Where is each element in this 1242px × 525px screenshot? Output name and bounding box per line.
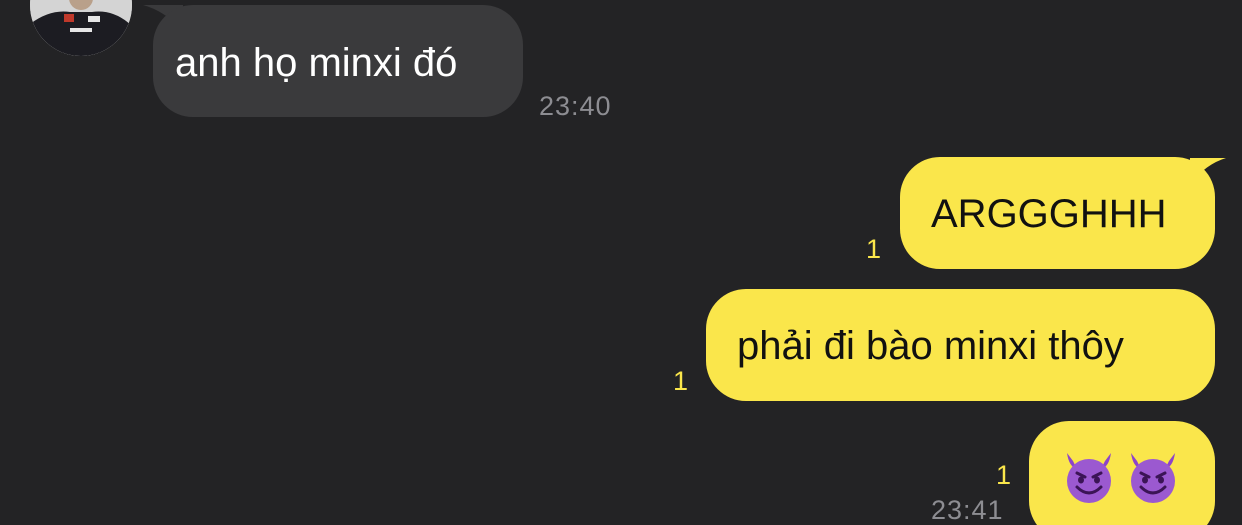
smiling-devil-emoji: [1067, 453, 1111, 503]
message-text: phải đi bào minxi thôy: [737, 324, 1124, 368]
message-timestamp: 23:40: [539, 91, 612, 121]
incoming-message-bubble[interactable]: anh họ minxi đó: [153, 5, 523, 117]
smiling-devil-emoji: [1131, 453, 1175, 503]
unread-count: 1: [866, 234, 882, 264]
profile-photo-icon: [30, 0, 132, 56]
outgoing-message-bubble[interactable]: phải đi bào minxi thôy: [706, 289, 1215, 401]
outgoing-emoji-bubble[interactable]: [1029, 421, 1215, 525]
chat-conversation: anh họ minxi đó 23:40 ARGGGHHH 1 phải đi…: [0, 0, 1242, 525]
message-timestamp: 23:41: [931, 495, 1004, 525]
unread-count: 1: [996, 460, 1012, 490]
unread-count: 1: [673, 366, 689, 396]
outgoing-message-bubble[interactable]: ARGGGHHH: [900, 157, 1215, 269]
emoji-row: [1061, 449, 1215, 505]
contact-avatar[interactable]: [30, 0, 132, 56]
message-text: anh họ minxi đó: [175, 41, 458, 85]
message-text: ARGGGHHH: [931, 192, 1167, 236]
